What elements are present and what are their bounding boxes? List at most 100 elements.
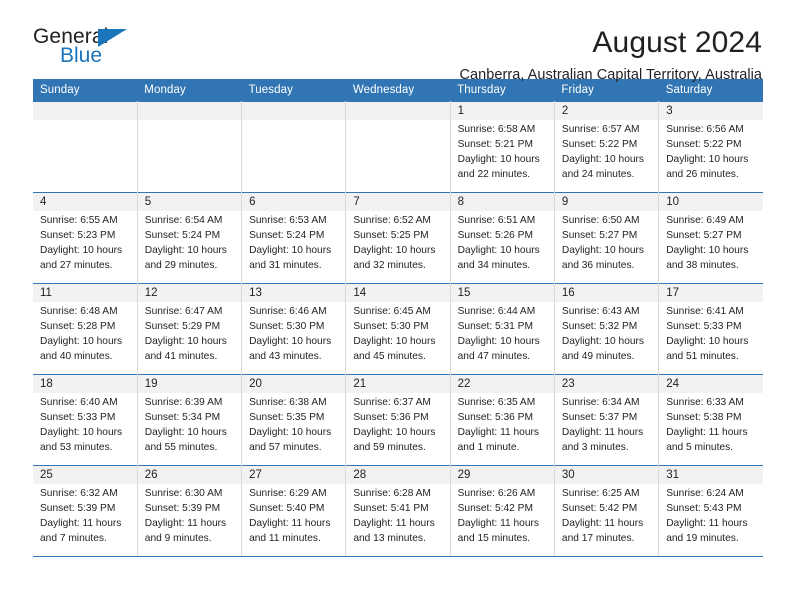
sunrise-line: Sunrise: 6:29 AM: [249, 488, 327, 499]
calendar-day-cell[interactable]: 17 Sunrise: 6:41 AM Sunset: 5:33 PM Dayligh…: [658, 283, 763, 375]
sunset-line: Sunset: 5:36 PM: [457, 411, 533, 423]
calendar-day-cell[interactable]: 30 Sunrise: 6:25 AM Sunset: 5:42 PM Dayligh…: [554, 465, 660, 557]
day-sun-info: Sunrise: 6:25 AM Sunset: 5:42 PM Daylight:…: [555, 484, 658, 547]
day-sun-info: Sunrise: 6:35 AM Sunset: 5:36 PM Daylight:…: [451, 393, 554, 456]
day-sun-info: Sunrise: 6:43 AM Sunset: 5:32 PM Daylight:…: [555, 302, 658, 365]
calendar-day-cell[interactable]: 2 Sunrise: 6:57 AM Sunset: 5:22 PM Daylight…: [554, 101, 660, 193]
sunset-line: Sunset: 5:22 PM: [561, 138, 638, 150]
day-sun-info: Sunrise: 6:58 AM Sunset: 5:21 PM Daylight:…: [451, 120, 554, 183]
sunrise-line: Sunrise: 6:35 AM: [457, 397, 536, 408]
calendar-day-cell[interactable]: 24 Sunrise: 6:33 AM Sunset: 5:38 PM Dayligh…: [658, 374, 763, 466]
day-number: 11: [33, 284, 137, 302]
day-number: 30: [554, 466, 659, 484]
day-number: 4: [33, 193, 137, 211]
day-sun-info: Sunrise: 6:29 AM Sunset: 5:40 PM Daylight:…: [242, 484, 345, 547]
daylight-line: Daylight: 11 hours: [666, 517, 748, 529]
sunrise-line: Sunrise: 6:55 AM: [40, 215, 118, 226]
calendar-day-cell[interactable]: 23 Sunrise: 6:34 AM Sunset: 5:37 PM Dayligh…: [554, 374, 660, 466]
calendar-day-cell[interactable]: 27 Sunrise: 6:29 AM Sunset: 5:40 PM Dayligh…: [241, 465, 347, 557]
calendar-day-cell[interactable]: 13 Sunrise: 6:46 AM Sunset: 5:30 PM Dayligh…: [241, 283, 347, 375]
calendar-body: 1 Sunrise: 6:58 AM Sunset: 5:21 PM Daylight…: [33, 101, 763, 557]
sunset-line: Sunset: 5:21 PM: [457, 138, 533, 150]
day-sun-info: [346, 120, 449, 123]
daylight-line: Daylight: 10 hours: [457, 335, 540, 347]
calendar-day-cell[interactable]: 26 Sunrise: 6:30 AM Sunset: 5:39 PM Dayligh…: [137, 465, 243, 557]
daylight-line: Daylight: 10 hours: [666, 244, 749, 256]
sunset-line: Sunset: 5:26 PM: [457, 229, 533, 241]
calendar-day-cell[interactable]: 6 Sunrise: 6:53 AM Sunset: 5:24 PM Daylight…: [241, 192, 347, 284]
sunrise-line: Sunrise: 6:28 AM: [353, 488, 431, 499]
daylight-line: Daylight: 11 hours: [40, 517, 122, 529]
day-sun-info: Sunrise: 6:24 AM Sunset: 5:43 PM Daylight:…: [659, 484, 763, 547]
calendar-day-cell[interactable]: 31 Sunrise: 6:24 AM Sunset: 5:43 PM Dayligh…: [658, 465, 763, 557]
day-number: 23: [554, 375, 659, 393]
calendar-day-cell[interactable]: 25 Sunrise: 6:32 AM Sunset: 5:39 PM Dayligh…: [33, 465, 138, 557]
sunrise-line: Sunrise: 6:45 AM: [353, 306, 431, 317]
daylight-line-cont: and 41 minutes.: [144, 350, 218, 362]
calendar-day-cell[interactable]: 1 Sunrise: 6:58 AM Sunset: 5:21 PM Daylight…: [450, 101, 555, 193]
day-sun-info: Sunrise: 6:34 AM Sunset: 5:37 PM Daylight:…: [555, 393, 658, 456]
daylight-line-cont: and 49 minutes.: [561, 350, 635, 362]
sunrise-line: Sunrise: 6:41 AM: [666, 306, 744, 317]
calendar-day-cell[interactable]: 16 Sunrise: 6:43 AM Sunset: 5:32 PM Dayligh…: [554, 283, 660, 375]
general-blue-logo[interactable]: General Blue: [31, 26, 181, 74]
daylight-line-cont: and 22 minutes.: [457, 168, 531, 180]
sunrise-line: Sunrise: 6:30 AM: [144, 488, 223, 499]
day-sun-info: Sunrise: 6:52 AM Sunset: 5:25 PM Daylight:…: [346, 211, 449, 274]
calendar-day-cell[interactable]: 14 Sunrise: 6:45 AM Sunset: 5:30 PM Dayligh…: [345, 283, 451, 375]
calendar-week-row: 11 Sunrise: 6:48 AM Sunset: 5:28 PM Dayligh…: [33, 283, 763, 375]
sunrise-line: Sunrise: 6:49 AM: [666, 215, 744, 226]
sunset-line: Sunset: 5:23 PM: [40, 229, 116, 241]
calendar-cell-empty: [137, 101, 243, 193]
day-sun-info: Sunrise: 6:56 AM Sunset: 5:22 PM Daylight:…: [659, 120, 763, 183]
title-block: August 2024 Canberra, Australian Capital…: [181, 26, 762, 83]
calendar-day-cell[interactable]: 3 Sunrise: 6:56 AM Sunset: 5:22 PM Daylight…: [658, 101, 763, 193]
daylight-line-cont: and 13 minutes.: [353, 532, 426, 544]
calendar-day-cell[interactable]: 28 Sunrise: 6:28 AM Sunset: 5:41 PM Dayligh…: [345, 465, 451, 557]
calendar-day-cell[interactable]: 12 Sunrise: 6:47 AM Sunset: 5:29 PM Dayligh…: [137, 283, 243, 375]
daylight-line-cont: and 59 minutes.: [353, 441, 426, 453]
calendar-day-cell[interactable]: 4 Sunrise: 6:55 AM Sunset: 5:23 PM Daylight…: [33, 192, 138, 284]
sunset-line: Sunset: 5:33 PM: [666, 320, 742, 332]
sunrise-line: Sunrise: 6:43 AM: [561, 306, 640, 317]
day-sun-info: Sunrise: 6:41 AM Sunset: 5:33 PM Daylight:…: [659, 302, 763, 365]
daylight-line: Daylight: 11 hours: [353, 517, 435, 529]
daylight-line: Daylight: 10 hours: [40, 244, 123, 256]
daylight-line-cont: and 9 minutes.: [144, 532, 212, 544]
daylight-line: Daylight: 10 hours: [144, 244, 227, 256]
day-number: 27: [242, 466, 346, 484]
calendar-day-cell[interactable]: 18 Sunrise: 6:40 AM Sunset: 5:33 PM Dayligh…: [33, 374, 138, 466]
calendar-cell-empty: [345, 101, 451, 193]
calendar-day-cell[interactable]: 21 Sunrise: 6:37 AM Sunset: 5:36 PM Dayligh…: [345, 374, 451, 466]
calendar-day-cell[interactable]: 20 Sunrise: 6:38 AM Sunset: 5:35 PM Dayligh…: [241, 374, 347, 466]
day-number: 25: [33, 466, 137, 484]
sunset-line: Sunset: 5:25 PM: [353, 229, 429, 241]
calendar-day-cell[interactable]: 9 Sunrise: 6:50 AM Sunset: 5:27 PM Daylight…: [554, 192, 660, 284]
calendar-day-cell[interactable]: 15 Sunrise: 6:44 AM Sunset: 5:31 PM Dayligh…: [450, 283, 555, 375]
day-number: 10: [659, 193, 763, 211]
sunset-line: Sunset: 5:30 PM: [249, 320, 325, 332]
daylight-line-cont: and 29 minutes.: [144, 259, 218, 271]
calendar-day-cell[interactable]: 8 Sunrise: 6:51 AM Sunset: 5:26 PM Daylight…: [450, 192, 555, 284]
daylight-line: Daylight: 10 hours: [353, 426, 436, 438]
day-number: 29: [450, 466, 554, 484]
day-sun-info: Sunrise: 6:53 AM Sunset: 5:24 PM Daylight:…: [242, 211, 345, 274]
day-sun-info: Sunrise: 6:46 AM Sunset: 5:30 PM Daylight:…: [242, 302, 345, 365]
daylight-line-cont: and 5 minutes.: [666, 441, 734, 453]
day-sun-info: Sunrise: 6:50 AM Sunset: 5:27 PM Daylight:…: [555, 211, 658, 274]
sunset-line: Sunset: 5:30 PM: [353, 320, 429, 332]
calendar-day-cell[interactable]: 19 Sunrise: 6:39 AM Sunset: 5:34 PM Dayligh…: [137, 374, 243, 466]
calendar-day-cell[interactable]: 29 Sunrise: 6:26 AM Sunset: 5:42 PM Dayligh…: [450, 465, 555, 557]
sunrise-line: Sunrise: 6:37 AM: [353, 397, 431, 408]
daylight-line: Daylight: 10 hours: [144, 335, 227, 347]
daylight-line-cont: and 53 minutes.: [40, 441, 113, 453]
calendar-day-cell[interactable]: 10 Sunrise: 6:49 AM Sunset: 5:27 PM Dayligh…: [658, 192, 763, 284]
daylight-line-cont: and 17 minutes.: [561, 532, 635, 544]
calendar-day-cell[interactable]: 22 Sunrise: 6:35 AM Sunset: 5:36 PM Dayligh…: [450, 374, 555, 466]
calendar-day-cell[interactable]: 7 Sunrise: 6:52 AM Sunset: 5:25 PM Daylight…: [345, 192, 451, 284]
day-number: [33, 102, 137, 120]
calendar-day-cell[interactable]: 5 Sunrise: 6:54 AM Sunset: 5:24 PM Daylight…: [137, 192, 243, 284]
calendar-day-cell[interactable]: 11 Sunrise: 6:48 AM Sunset: 5:28 PM Dayligh…: [33, 283, 138, 375]
sunset-line: Sunset: 5:40 PM: [249, 502, 325, 514]
day-number: [137, 102, 242, 120]
